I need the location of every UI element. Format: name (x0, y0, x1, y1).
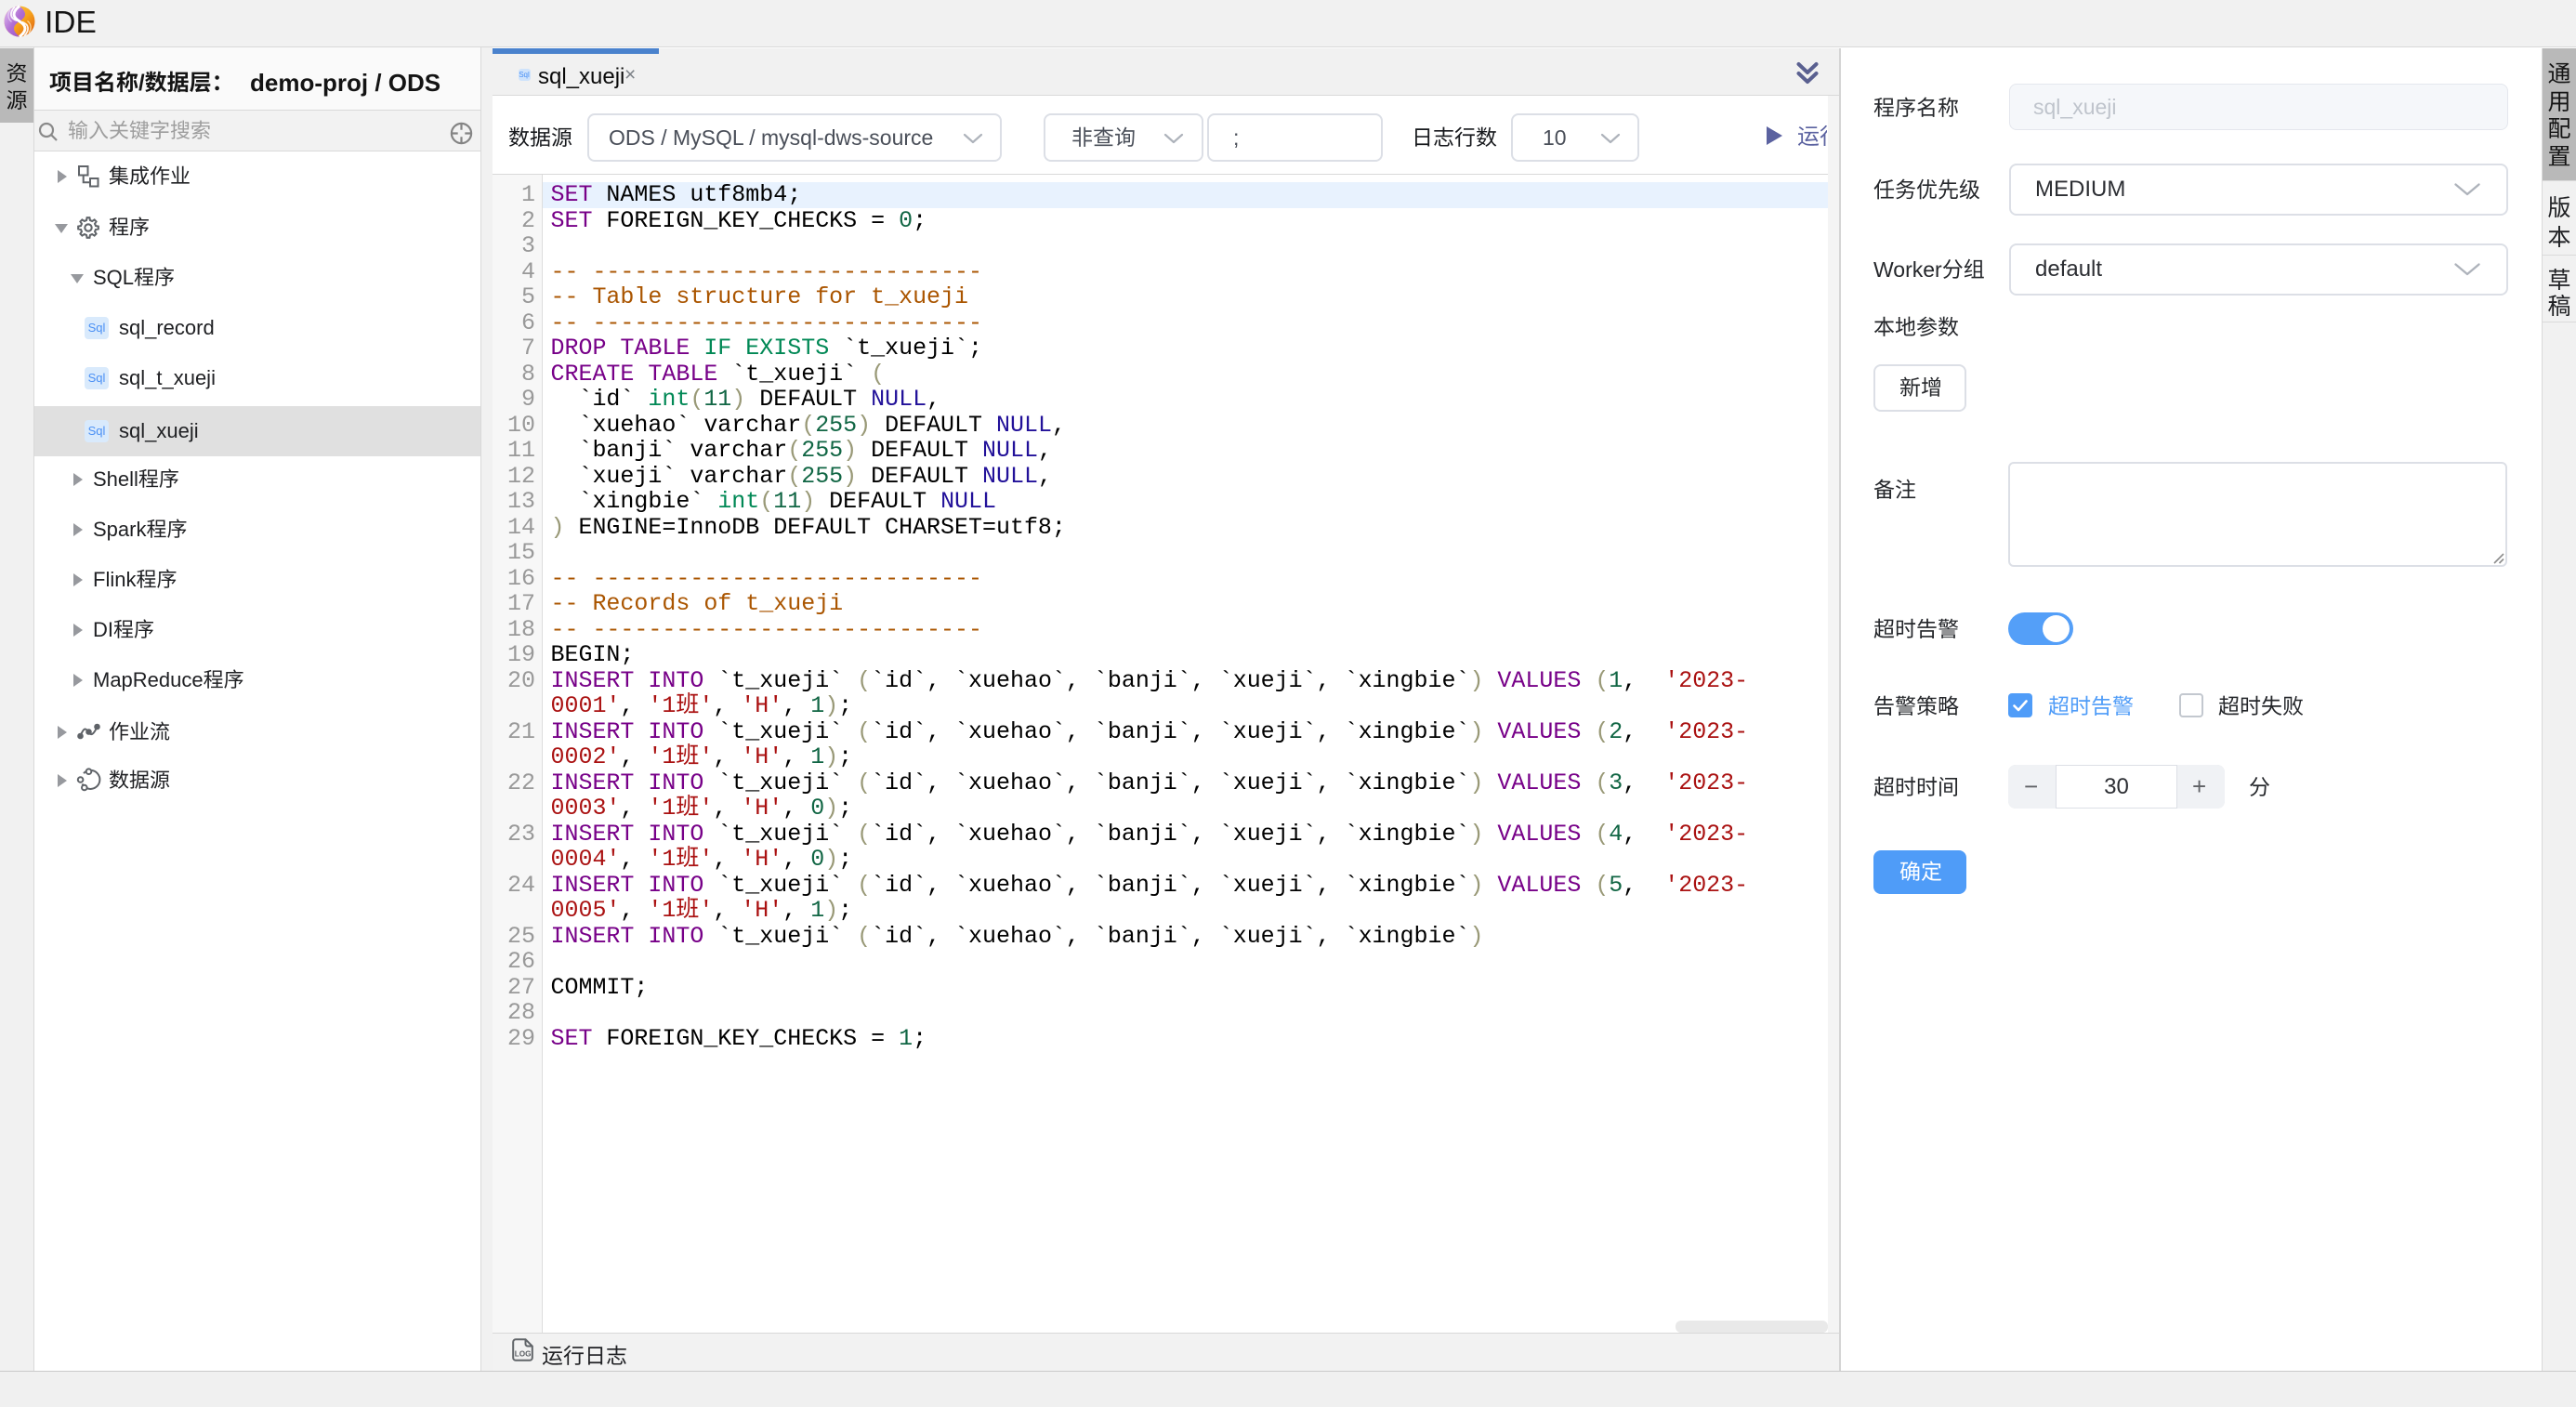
svg-text:LOG: LOG (515, 1350, 532, 1359)
